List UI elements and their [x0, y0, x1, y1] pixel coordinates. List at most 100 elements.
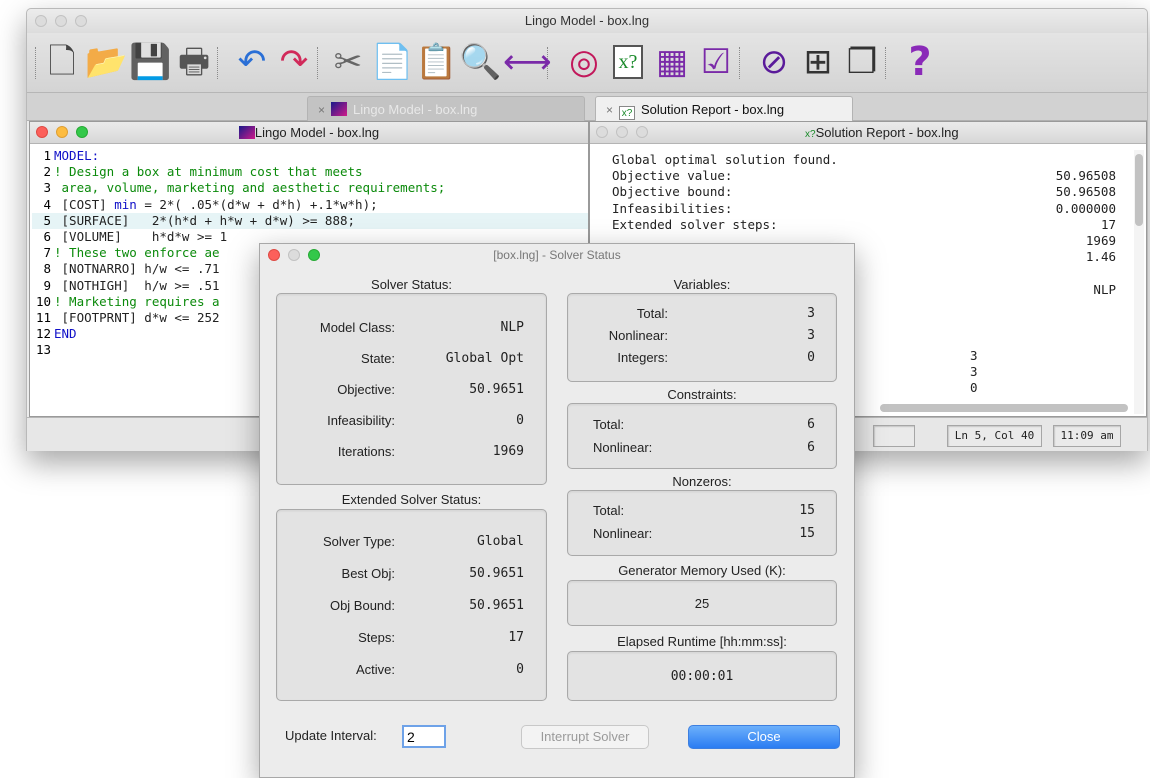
report-value: 17 [1100, 216, 1116, 232]
line-number: 3 [43, 180, 51, 196]
solution-icon[interactable]: x? [613, 45, 643, 79]
line-number: 13 [35, 342, 51, 358]
constraints-value: 6 [807, 417, 815, 432]
code-token: area, volume, marketing and aesthetic re… [54, 180, 446, 196]
minimize-window-button[interactable] [288, 249, 300, 261]
code-token: = 2*( .05*(d*w + d*h) +.1*w*h); [136, 196, 378, 212]
close-all-icon[interactable]: ⊘ [753, 41, 795, 83]
constraints-title: Constraints: [661, 387, 743, 402]
nonzeros-title: Nonzeros: [666, 474, 738, 489]
minimize-window-button[interactable] [55, 15, 67, 27]
minimize-window-button[interactable] [616, 126, 628, 138]
solver_status-value: 50.9651 [469, 382, 524, 397]
solver-dialog-title-bar: [box.lng] - Solver Status [260, 244, 854, 266]
match-parenthesis-icon[interactable]: ⟷ [503, 41, 552, 83]
solution-report-title-bar: x?Solution Report - box.lng [590, 122, 1146, 144]
save-icon[interactable]: 💾 [129, 41, 171, 83]
new-file-icon[interactable]: 🗋 [41, 41, 83, 83]
main-title-bar: Lingo Model - box.lng [27, 9, 1147, 33]
close-window-button[interactable] [35, 15, 47, 27]
line-number: 2 [43, 164, 51, 180]
close-window-button[interactable] [268, 249, 280, 261]
line-number: 5 [43, 212, 51, 228]
open-file-icon[interactable]: 📂 [85, 41, 127, 83]
toolbar-separator [35, 47, 36, 79]
report-label: Objective bound: [612, 184, 733, 200]
generator-memory-title: Generator Memory Used (K): [612, 563, 792, 578]
report-vertical-scrollbar[interactable] [1134, 150, 1144, 414]
elapsed-runtime-title: Elapsed Runtime [hh:mm:ss]: [611, 634, 793, 649]
close-window-button[interactable] [36, 126, 48, 138]
extended-value: 0 [516, 662, 524, 677]
nonzeros-group [567, 490, 837, 556]
extended-value: 17 [508, 630, 524, 645]
report-label: Extended solver steps: [612, 216, 778, 232]
code-line[interactable]: 4 [COST] min = 2*( .05*(d*w + d*h) +.1*w… [32, 197, 588, 213]
cascade-windows-icon[interactable]: ❐ [841, 41, 883, 83]
toolbar-separator [317, 47, 318, 79]
paste-icon[interactable]: 📋 [415, 41, 457, 83]
solution-report-icon: x? [619, 106, 636, 120]
zoom-window-button[interactable] [308, 249, 320, 261]
matrix-picture-icon[interactable]: ▦ [651, 41, 693, 83]
extended-value: 50.9651 [469, 598, 524, 613]
code-token: ! Marketing requires a [54, 293, 220, 309]
tab-solution-report[interactable]: × x? Solution Report - box.lng [595, 96, 853, 121]
variables-value: 3 [807, 306, 815, 321]
zoom-window-button[interactable] [76, 126, 88, 138]
zoom-window-button[interactable] [636, 126, 648, 138]
code-token: ! Design a box at minimum cost that meet… [54, 164, 363, 180]
line-number: 11 [35, 310, 51, 326]
solver-status-title: Solver Status: [365, 277, 458, 292]
options-check-icon[interactable]: ☑ [695, 41, 737, 83]
extended-solver-status-title: Extended Solver Status: [335, 492, 488, 507]
tab-bar: × Lingo Model - box.lng × x? Solution Repor… [27, 93, 1147, 121]
toolbar-separator [885, 47, 886, 79]
code-line[interactable]: 2! Design a box at minimum cost that mee… [32, 164, 588, 180]
code-token: [NOTNARRO] h/w <= .71 [54, 261, 220, 277]
nonzeros-value: 15 [799, 503, 815, 518]
copy-icon[interactable]: 📄 [371, 41, 413, 83]
tile-windows-icon[interactable]: ⊞ [797, 41, 839, 83]
solution-report-icon: x? [805, 129, 816, 140]
redo-icon[interactable]: ↷ [273, 41, 315, 83]
update-interval-input[interactable] [402, 725, 446, 748]
report-header: Global optimal solution found. [612, 152, 838, 167]
interrupt-solver-button[interactable]: Interrupt Solver [521, 725, 649, 749]
status-box [873, 425, 915, 447]
solution-report-title: Solution Report - box.lng [815, 125, 959, 140]
print-icon[interactable]: 🖶 [173, 41, 215, 83]
generator-memory-value: 25 [694, 596, 710, 611]
close-tab-icon[interactable]: × [606, 103, 613, 117]
constraints-group [567, 403, 837, 469]
code-token: min [114, 196, 137, 212]
solver_status-value: 0 [516, 413, 524, 428]
report-value: 50.96508 [1055, 184, 1116, 200]
minimize-window-button[interactable] [56, 126, 68, 138]
lingo-model-icon [238, 126, 255, 139]
help-icon[interactable]: ? [899, 41, 941, 83]
code-token: MODEL: [54, 148, 100, 163]
report-value: 50.96508 [1055, 168, 1116, 184]
line-number: 4 [43, 196, 51, 212]
report-horizontal-scrollbar[interactable] [880, 404, 1128, 412]
toolbar: 🗋 📂 💾 🖶 ↶ ↷ ✂ 📄 📋 🔍 ⟷ ◎ x? ▦ ☑ ⊘ ⊞ ❐? [27, 33, 1147, 93]
tab-lingo-model[interactable]: × Lingo Model - box.lng [307, 96, 585, 121]
line-number: 8 [43, 261, 51, 277]
find-icon[interactable]: 🔍 [459, 41, 501, 83]
line-number: 10 [35, 293, 51, 309]
close-window-button[interactable] [596, 126, 608, 138]
solve-target-icon[interactable]: ◎ [563, 41, 605, 83]
tab-label: Lingo Model - box.lng [353, 102, 478, 117]
code-line[interactable]: 3 area, volume, marketing and aesthetic … [32, 180, 588, 196]
close-tab-icon[interactable]: × [318, 103, 325, 117]
cut-icon[interactable]: ✂ [327, 41, 369, 83]
code-token: [COST] [54, 196, 115, 212]
code-line[interactable]: 5 [SURFACE] 2*(h*d + h*w + d*w) >= 888; [32, 212, 588, 230]
undo-icon[interactable]: ↶ [231, 41, 273, 83]
zoom-window-button[interactable] [75, 15, 87, 27]
code-token: END [54, 326, 77, 342]
code-line[interactable]: 1 MODEL: [32, 148, 588, 164]
model-editor-title-bar: Lingo Model - box.lng [30, 122, 588, 144]
close-button[interactable]: Close [688, 725, 840, 749]
